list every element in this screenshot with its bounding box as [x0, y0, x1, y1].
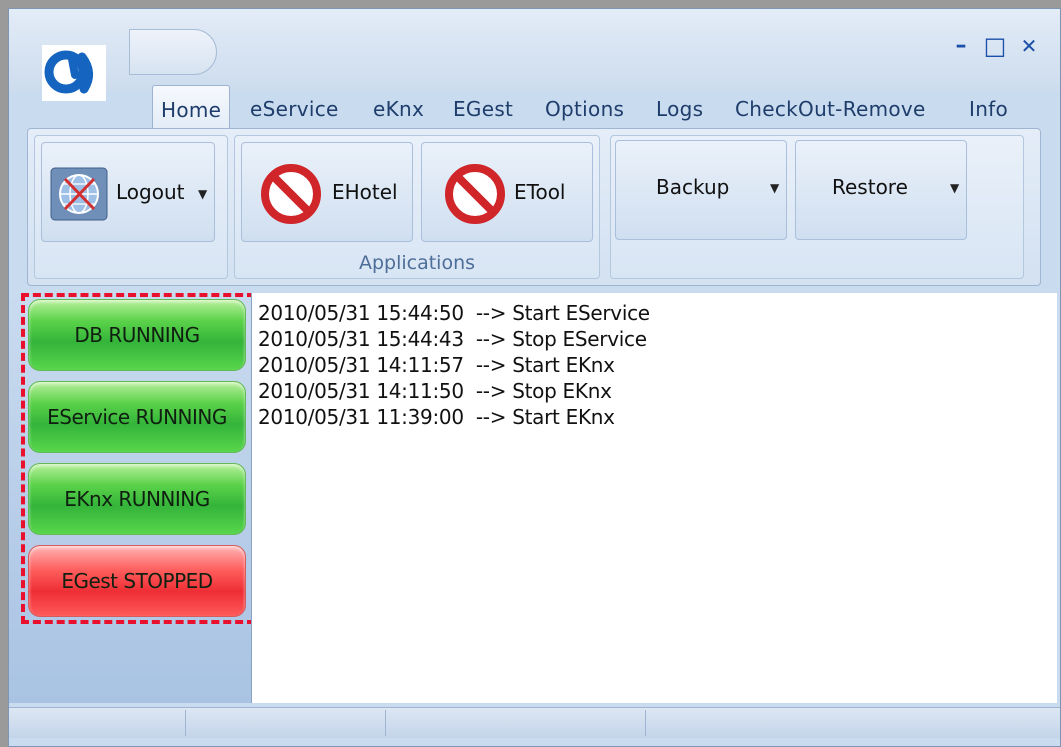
prohibited-icon — [444, 163, 506, 230]
chevron-down-icon: ▼ — [198, 187, 208, 201]
status-bar-segment — [385, 710, 646, 736]
tab-home[interactable]: Home — [152, 85, 231, 129]
ehotel-label: EHotel — [332, 180, 398, 204]
log-line: 2010/05/31 11:39:00 --> Start EKnx — [258, 405, 615, 429]
network-globe-icon — [50, 167, 108, 226]
applications-group-label: Applications — [358, 252, 476, 274]
restore-button[interactable]: Restore ▼ — [795, 140, 967, 240]
tab-eservice[interactable]: eService — [250, 97, 339, 121]
logout-label: Logout — [116, 180, 185, 204]
chevron-down-icon: ▼ — [770, 181, 780, 195]
chevron-down-icon: ▼ — [950, 181, 960, 195]
event-log[interactable]: 2010/05/31 15:44:50 --> Start EService 2… — [251, 293, 1057, 703]
tab-options[interactable]: Options — [545, 97, 624, 121]
logout-button[interactable]: Logout ▼ — [41, 142, 215, 242]
ribbon-panel: Logout ▼ EHotel ETool Applications Backu… — [27, 128, 1041, 286]
log-line: 2010/05/31 14:11:50 --> Stop EKnx — [258, 379, 612, 403]
highlight-box — [21, 293, 255, 624]
backup-button[interactable]: Backup ▼ — [615, 140, 787, 240]
backup-label: Backup — [656, 175, 730, 199]
restore-label: Restore — [832, 175, 908, 199]
title-bar: – □ ✕ — [9, 9, 1060, 101]
backup-restore-group: Backup ▼ Restore ▼ — [610, 135, 1024, 279]
log-line: 2010/05/31 14:11:57 --> Start EKnx — [258, 353, 615, 377]
prohibited-icon — [260, 163, 322, 230]
status-bar-segment — [9, 710, 186, 736]
tab-info[interactable]: Info — [969, 97, 1008, 121]
tab-checkout-remove[interactable]: CheckOut-Remove — [735, 97, 926, 121]
maximize-icon[interactable]: □ — [982, 33, 1008, 59]
session-group: Logout ▼ — [34, 135, 228, 279]
app-logo-icon[interactable] — [42, 45, 106, 101]
tab-eknx[interactable]: eKnx — [373, 97, 424, 121]
status-bar-segment — [185, 710, 386, 736]
tab-logs[interactable]: Logs — [656, 97, 703, 121]
ehotel-button[interactable]: EHotel — [241, 142, 413, 242]
close-icon[interactable]: ✕ — [1016, 33, 1042, 59]
tab-egest[interactable]: EGest — [453, 97, 513, 121]
applications-group: EHotel ETool Applications — [234, 135, 600, 279]
log-line: 2010/05/31 15:44:43 --> Stop EService — [258, 327, 647, 351]
status-bar — [9, 707, 1060, 738]
quick-access-toolbar[interactable] — [129, 29, 217, 75]
application-window: – □ ✕ Home eService eKnx EGest Options L… — [8, 8, 1061, 747]
minimize-icon[interactable]: – — [948, 33, 974, 59]
etool-label: ETool — [514, 180, 566, 204]
log-line: 2010/05/31 15:44:50 --> Start EService — [258, 301, 650, 325]
etool-button[interactable]: ETool — [421, 142, 593, 242]
